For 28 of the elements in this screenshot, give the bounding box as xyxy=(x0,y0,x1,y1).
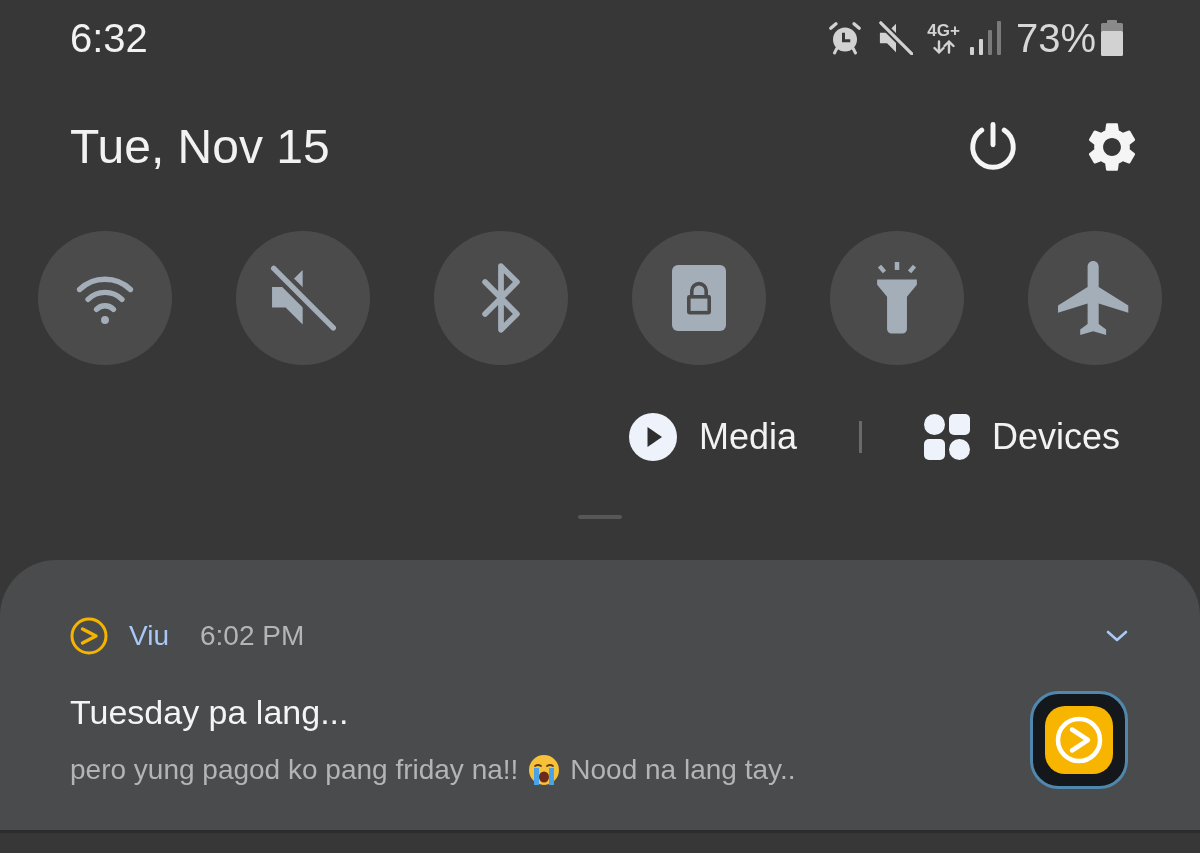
expand-chevron-icon[interactable] xyxy=(1106,629,1128,643)
notification-title: Tuesday pa lang... xyxy=(70,692,349,732)
network-type-text: 4G+ xyxy=(927,22,960,39)
app-logo-tile-icon xyxy=(1030,691,1128,789)
crying-face-icon xyxy=(528,754,561,786)
lock-tile-icon xyxy=(672,265,726,331)
bluetooth-icon xyxy=(479,263,523,333)
devices-button[interactable]: Devices xyxy=(923,414,1120,460)
app-name: Viu xyxy=(129,622,169,650)
battery-percentage: 73% xyxy=(1015,18,1096,58)
alarm-clock-icon xyxy=(827,20,864,56)
date-text: Tue, Nov 15 xyxy=(70,123,330,171)
app-logo-icon xyxy=(70,617,108,655)
settings-icon[interactable] xyxy=(1086,121,1138,173)
notification-body-text: Nood na lang tay.. xyxy=(570,753,796,787)
mute-icon xyxy=(879,21,914,55)
battery-icon xyxy=(1100,20,1124,56)
status-time: 6:32 xyxy=(70,18,148,58)
play-circle-icon xyxy=(628,413,677,461)
mute-speaker-icon xyxy=(270,264,336,332)
media-button[interactable]: Media xyxy=(628,413,797,461)
notification-body-text: pero yung pagod ko pang friday na!! xyxy=(70,753,519,787)
notification-card[interactable]: Viu 6:02 PM Tuesday pa lang... pero yung pagod ko pang friday na!! Nood na lang tay.. xyxy=(0,560,1200,833)
signal-bars-icon xyxy=(969,21,1002,55)
drag-handle[interactable] xyxy=(578,515,622,519)
grid-icon xyxy=(923,414,970,460)
up-down-arrows-icon xyxy=(930,40,957,54)
notification-time: 6:02 PM xyxy=(199,622,305,650)
